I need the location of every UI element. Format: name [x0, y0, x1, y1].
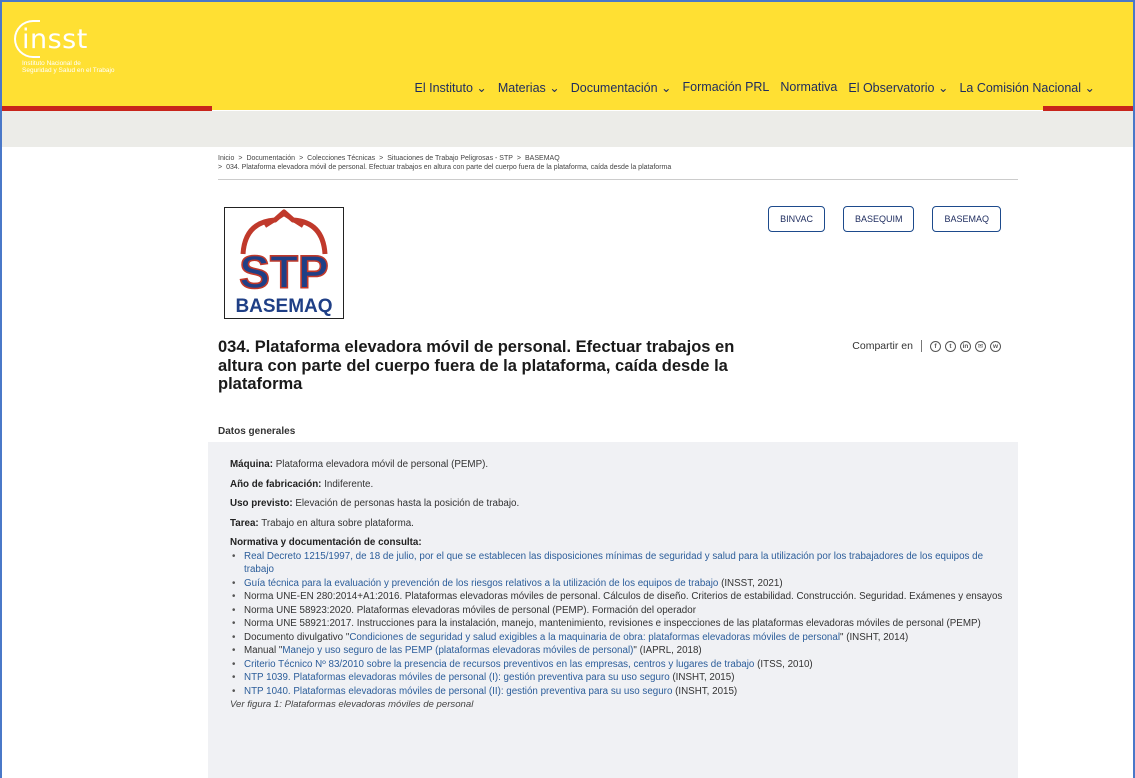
breadcrumb: Inicio > Documentación > Colecciones Técnica…	[218, 155, 672, 171]
ref-link[interactable]: NTP 1039. Plataformas elevadoras móviles…	[244, 672, 670, 683]
page-frame: insst Instituto Nacional de Seguridad y …	[0, 0, 1135, 778]
ref-source: " (INSHT, 2014)	[840, 631, 909, 643]
list-item: Guía técnica para la evaluación y preven…	[230, 577, 1005, 591]
field-ano-fabricacion: Año de fabricación: Indiferente.	[230, 478, 1005, 492]
ref-source: (INSHT, 2015)	[669, 672, 735, 683]
linkedin-icon[interactable]: in	[960, 340, 971, 352]
list-item: Norma UNE 58923:2020. Plataformas elevad…	[230, 604, 1005, 618]
share-divider	[921, 340, 922, 352]
ref-source: " (IAPRL, 2018)	[633, 645, 702, 656]
ref-link[interactable]: Real Decreto 1215/1997, de 18 de julio, …	[244, 551, 983, 576]
figure-note[interactable]: Ver figura 1: Plataformas elevadoras móv…	[230, 698, 1005, 712]
breadcrumb-item-stp[interactable]: Situaciones de Trabajo Peligrosas - STP	[387, 155, 513, 162]
nav-item-observatorio[interactable]: El Observatorio ⌄	[848, 80, 948, 95]
ref-text: Norma UNE-EN 280:2014+A1:2016. Plataform…	[244, 591, 1003, 602]
share-bar: Compartir en f t in ✉ w	[852, 340, 1001, 352]
ref-link[interactable]: Condiciones de seguridad y salud exigibl…	[349, 632, 840, 643]
ref-text: Documento divulgativo "	[244, 631, 350, 643]
share-label: Compartir en	[852, 340, 913, 352]
divider	[218, 179, 1018, 180]
field-label: Tarea:	[230, 517, 259, 529]
ref-text: Manual "	[244, 645, 283, 656]
reference-list: Real Decreto 1215/1997, de 18 de julio, …	[230, 550, 1005, 699]
general-data-content: Máquina: Plataforma elevadora móvil de p…	[230, 458, 1005, 712]
list-item: Documento divulgativo "Condiciones de se…	[230, 631, 1005, 645]
field-tarea: Tarea: Trabajo en altura sobre plataform…	[230, 517, 1005, 531]
stp-logo-text: STP	[239, 246, 328, 298]
ref-link[interactable]: NTP 1040. Plataformas elevadoras móviles…	[244, 686, 672, 697]
nav-item-documentacion[interactable]: Documentación ⌄	[571, 80, 672, 95]
logo-subtitle-line2: Seguridad y Salud en el Trabajo	[22, 67, 115, 74]
section-title: Datos generales	[218, 426, 296, 437]
field-maquina: Máquina: Plataforma elevadora móvil de p…	[230, 458, 1005, 472]
list-item: Real Decreto 1215/1997, de 18 de julio, …	[230, 550, 1005, 577]
logo-subtitle: Instituto Nacional de Seguridad y Salud …	[22, 60, 115, 74]
field-label: Año de fabricación:	[230, 478, 322, 490]
basequim-button[interactable]: BASEQUIM	[842, 206, 915, 232]
field-label: Máquina:	[230, 459, 273, 470]
main-nav: El Instituto ⌄ Materias ⌄ Documentación …	[415, 80, 1095, 95]
field-uso-previsto: Uso previsto: Elevación de personas hast…	[230, 497, 1005, 511]
page-title: 034. Plataforma elevadora móvil de perso…	[218, 338, 735, 393]
basemaq-logo-text: BASEMAQ	[235, 296, 332, 317]
list-item: Criterio Técnico Nº 83/2010 sobre la pre…	[230, 658, 1005, 672]
nav-item-comision-nacional[interactable]: La Comisión Nacional ⌄	[959, 80, 1095, 95]
nav-item-formacion-prl[interactable]: Formación PRL	[683, 80, 770, 95]
email-icon[interactable]: ✉	[975, 340, 986, 352]
logo-text: insst	[22, 24, 88, 55]
ref-link[interactable]: Guía técnica para la evaluación y preven…	[244, 578, 718, 589]
nav-item-normativa[interactable]: Normativa	[780, 80, 837, 95]
field-value: Elevación de personas hasta la posición …	[295, 498, 520, 509]
field-value: Plataforma elevadora móvil de personal (…	[275, 459, 489, 470]
breadcrumb-item-inicio[interactable]: Inicio	[218, 155, 234, 162]
breadcrumb-item-documentacion[interactable]: Documentación	[246, 155, 295, 162]
list-item: Norma UNE 58921:2017. Instrucciones para…	[230, 617, 1005, 631]
refs-title-text: Normativa y documentación de consulta:	[230, 537, 422, 548]
field-value: Trabajo en altura sobre plataforma.	[261, 517, 414, 529]
refs-title: Normativa y documentación de consulta:	[230, 536, 1005, 550]
breadcrumb-item-basemaq[interactable]: BASEMAQ	[525, 155, 560, 162]
breadcrumb-item-colecciones[interactable]: Colecciones Técnicas	[307, 155, 375, 162]
ref-source: (INSHT, 2015)	[672, 685, 738, 697]
list-item: Manual "Manejo y uso seguro de las PEMP …	[230, 644, 1005, 658]
basemaq-button[interactable]: BASEMAQ	[932, 206, 1001, 232]
list-item: NTP 1040. Plataformas elevadoras móviles…	[230, 685, 1005, 699]
ref-link[interactable]: Manejo y uso seguro de las PEMP (platafo…	[282, 645, 633, 656]
field-label: Uso previsto:	[230, 498, 293, 509]
list-item: NTP 1039. Plataformas elevadoras móviles…	[230, 671, 1005, 685]
database-links: BINVAC BASEQUIM BASEMAQ	[768, 206, 1001, 232]
stp-basemaq-logo: STP BASEMAQ	[224, 207, 344, 319]
field-value: Indiferente.	[324, 478, 374, 490]
subheader-band	[2, 111, 1133, 147]
whatsapp-icon[interactable]: w	[990, 340, 1001, 352]
list-item: Norma UNE-EN 280:2014+A1:2016. Plataform…	[230, 590, 1005, 604]
breadcrumb-current: 034. Plataforma elevadora móvil de perso…	[226, 164, 672, 171]
ref-text: Norma UNE 58923:2020. Plataformas elevad…	[244, 604, 696, 616]
facebook-icon[interactable]: f	[930, 340, 941, 352]
nav-item-instituto[interactable]: El Instituto ⌄	[415, 80, 487, 95]
stp-logo-graphic: STP BASEMAQ	[235, 209, 333, 317]
twitter-icon[interactable]: t	[945, 340, 956, 352]
binvac-button[interactable]: BINVAC	[768, 206, 825, 232]
ref-source: (INSST, 2021)	[718, 577, 783, 589]
ref-text: Norma UNE 58921:2017. Instrucciones para…	[244, 618, 981, 629]
site-header: insst Instituto Nacional de Seguridad y …	[2, 2, 1133, 110]
ref-source: (ITSS, 2010)	[754, 658, 813, 670]
ref-link[interactable]: Criterio Técnico Nº 83/2010 sobre la pre…	[244, 659, 754, 670]
logo-subtitle-line1: Instituto Nacional de	[22, 60, 81, 67]
nav-item-materias[interactable]: Materias ⌄	[498, 80, 560, 95]
general-data-panel: Máquina: Plataforma elevadora móvil de p…	[208, 442, 1018, 778]
